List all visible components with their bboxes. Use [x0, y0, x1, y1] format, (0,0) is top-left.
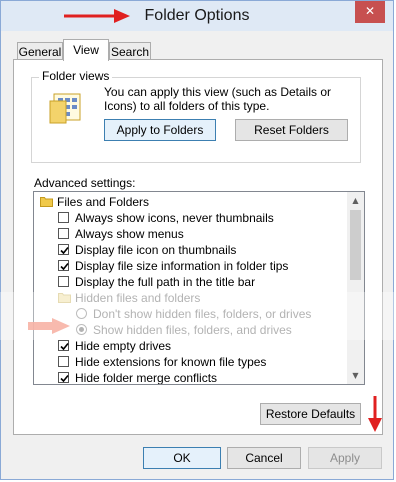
checkbox-unchecked-icon[interactable]	[58, 212, 69, 223]
radio-option[interactable]: Don't show hidden files, folders, or dri…	[76, 306, 344, 322]
tab-general-label: General	[18, 45, 62, 59]
checkbox-checked-icon[interactable]	[58, 340, 69, 351]
checkbox-option[interactable]: Hide empty drives	[58, 338, 344, 354]
option-label: Don't show hidden files, folders, or dri…	[93, 307, 312, 321]
option-label: Hide empty drives	[75, 339, 172, 353]
option-label: Show hidden files, folders, and drives	[93, 323, 292, 337]
option-label: Display the full path in the title bar	[75, 275, 256, 289]
checkbox-option[interactable]: Always show menus	[58, 226, 344, 242]
close-button[interactable]: ✕	[355, 1, 385, 23]
option-label: Hide extensions for known file types	[75, 355, 267, 369]
tab-view[interactable]: View	[63, 39, 109, 61]
tree-category: Hidden files and folders	[58, 290, 344, 306]
checkbox-option[interactable]: Hide extensions for known file types	[58, 354, 344, 370]
checkbox-checked-icon[interactable]	[58, 260, 69, 271]
checkbox-option[interactable]: Always show icons, never thumbnails	[58, 210, 344, 226]
option-label: Hidden files and folders	[75, 291, 201, 305]
apply-button[interactable]: Apply	[308, 447, 382, 469]
folder-options-dialog: Folder Options ✕ General View Search Fol…	[0, 0, 394, 480]
checkbox-checked-icon[interactable]	[58, 244, 69, 255]
tab-search[interactable]: Search	[109, 42, 151, 60]
option-label: Display file icon on thumbnails	[75, 243, 237, 257]
checkbox-unchecked-icon[interactable]	[58, 356, 69, 367]
option-label: Display file size information in folder …	[75, 259, 289, 273]
scroll-down-arrow-icon[interactable]: ▼	[347, 367, 364, 384]
radio-unselected-icon[interactable]	[76, 308, 87, 319]
checkbox-checked-icon[interactable]	[58, 372, 69, 383]
checkbox-option[interactable]: Display file icon on thumbnails	[58, 242, 344, 258]
option-label: Always show menus	[75, 227, 184, 241]
checkbox-option[interactable]: Display file size information in folder …	[58, 258, 344, 274]
checkbox-option[interactable]: Display the full path in the title bar	[58, 274, 344, 290]
scroll-up-arrow-icon[interactable]: ▲	[347, 192, 364, 209]
tab-view-label: View	[73, 43, 99, 57]
tree-category: Files and Folders	[40, 194, 344, 210]
folder-view-icon	[48, 93, 86, 125]
ok-button[interactable]: OK	[143, 447, 221, 469]
list-scrollbar[interactable]: ▲ ▼	[347, 192, 364, 384]
advanced-settings-label: Advanced settings:	[34, 176, 136, 190]
tab-search-label: Search	[110, 45, 150, 59]
title-bar[interactable]: Folder Options ✕	[1, 1, 393, 31]
reset-folders-button[interactable]: Reset Folders	[235, 119, 348, 141]
advanced-settings-list[interactable]: Files and Folders Always show icons, neve…	[33, 191, 365, 385]
radio-selected-icon[interactable]	[76, 324, 87, 335]
option-label: Hide folder merge conflicts	[75, 371, 218, 385]
window-title: Folder Options	[144, 7, 250, 24]
tab-general[interactable]: General	[17, 42, 63, 60]
cancel-button[interactable]: Cancel	[227, 447, 301, 469]
restore-defaults-button[interactable]: Restore Defaults	[260, 403, 361, 425]
checkbox-unchecked-icon[interactable]	[58, 228, 69, 239]
folder-icon	[40, 197, 53, 207]
option-label: Files and Folders	[57, 195, 150, 209]
folder-views-description: You can apply this view (such as Details…	[104, 85, 332, 113]
folder-icon	[58, 293, 71, 303]
option-label: Always show icons, never thumbnails	[75, 211, 274, 225]
close-icon: ✕	[364, 4, 376, 18]
checkbox-option[interactable]: Hide folder merge conflicts	[58, 370, 344, 385]
apply-to-folders-button[interactable]: Apply to Folders	[104, 119, 216, 141]
radio-option[interactable]: Show hidden files, folders, and drives	[76, 322, 344, 338]
scroll-thumb[interactable]	[350, 210, 361, 280]
folder-views-label: Folder views	[39, 69, 113, 83]
checkbox-unchecked-icon[interactable]	[58, 276, 69, 287]
